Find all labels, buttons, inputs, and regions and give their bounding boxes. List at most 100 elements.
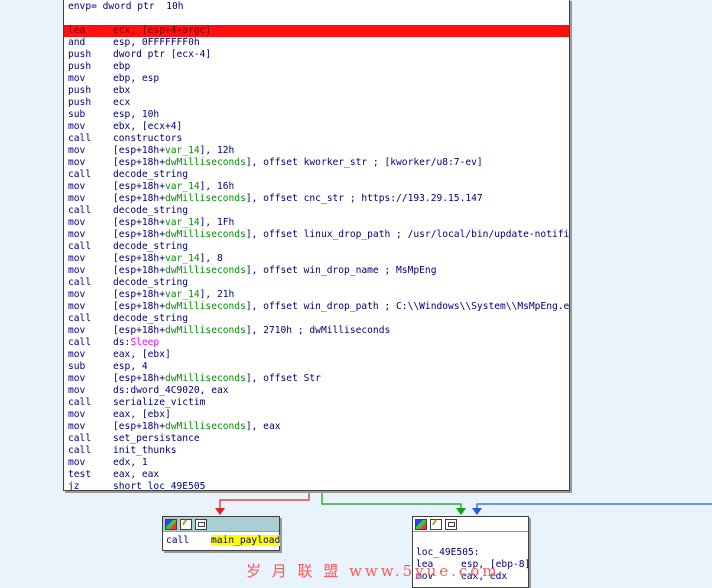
- asm-line[interactable]: push dword ptr [ecx-4]: [68, 49, 211, 61]
- asm-line[interactable]: call constructors: [68, 133, 182, 145]
- mnemonic: push: [68, 61, 92, 72]
- main-payload-link[interactable]: main_payload: [211, 535, 281, 546]
- asm-line[interactable]: mov edx, 1: [68, 457, 148, 469]
- asm-line[interactable]: mov [esp+18h+dwMilliseconds], offset cnc_…: [68, 193, 483, 205]
- operands: ebx, [ecx+4]: [113, 121, 183, 132]
- block-header: [163, 517, 279, 532]
- asm-line[interactable]: call init_thunks: [68, 445, 177, 457]
- mnemonic: mov: [68, 145, 86, 156]
- edit-icon[interactable]: [430, 519, 442, 530]
- mnemonic: mov: [68, 157, 86, 168]
- operands: esp, 0FFFFFFF0h: [113, 37, 200, 48]
- asm-line[interactable]: mov ebp, esp: [68, 73, 159, 85]
- asm-line[interactable]: mov eax, [ebx]: [68, 409, 171, 421]
- asm-line[interactable]: sub esp, 10h: [68, 109, 159, 121]
- asm-line[interactable]: lea ecx, [esp+4+argc]: [64, 25, 569, 37]
- asm-line[interactable]: mov [esp+18h+var_14], 12h: [68, 145, 234, 157]
- asm-line[interactable]: call decode_string: [68, 205, 188, 217]
- mnemonic: mov: [68, 385, 86, 396]
- operands: [esp+18h+dwMilliseconds], eax: [113, 421, 281, 432]
- edge-jump: [476, 503, 712, 512]
- operands: serialize_victim: [113, 397, 206, 408]
- main-code-block[interactable]: envp= dword ptr 10h lea ecx, [esp+4+argc]…: [63, 0, 570, 491]
- mnemonic: mov: [68, 421, 86, 432]
- asm-line[interactable]: mov ebx, [ecx+4]: [68, 121, 182, 133]
- asm-line[interactable]: mov [esp+18h+dwMilliseconds], offset linu…: [68, 229, 570, 241]
- mnemonic: call: [68, 337, 92, 348]
- asm-line[interactable]: jz short loc_49E505: [68, 481, 205, 491]
- mnemonic: mov: [68, 373, 86, 384]
- asm-line[interactable]: sub esp, 4: [68, 361, 148, 373]
- asm-line[interactable]: mov [esp+18h+var_14], 1Fh: [68, 217, 234, 229]
- mnemonic: call: [68, 205, 92, 216]
- mnemonic: mov: [68, 301, 86, 312]
- asm-line[interactable]: mov [esp+18h+dwMilliseconds], 2710h ; dwM…: [68, 325, 390, 337]
- mnemonic: call: [68, 397, 92, 408]
- mnemonic: mov: [68, 349, 86, 360]
- asm-line[interactable]: call decode_string: [68, 169, 188, 181]
- asm-line[interactable]: mov eax, [ebx]: [68, 349, 171, 361]
- operands: eax, [ebx]: [113, 349, 171, 360]
- mnemonic: mov: [68, 289, 86, 300]
- mnemonic: sub: [68, 361, 86, 372]
- operands: ecx, [esp+4+argc]: [113, 25, 212, 36]
- operands: dword ptr [ecx-4]: [113, 49, 212, 60]
- watermark: 岁 月 联 盟 www.5yue.com: [246, 562, 500, 580]
- asm-line[interactable]: push ecx: [68, 97, 130, 109]
- mnemonic: push: [68, 97, 92, 108]
- asm-line[interactable]: call set_persistance: [68, 433, 200, 445]
- operands: [esp+18h+var_14], 1Fh: [113, 217, 235, 228]
- group-icon[interactable]: [195, 519, 207, 530]
- operands: decode_string: [113, 205, 189, 216]
- operands: decode_string: [113, 313, 189, 324]
- asm-line[interactable]: push ebx: [68, 85, 130, 97]
- mnemonic: mov: [68, 217, 86, 228]
- operands: [esp+18h+var_14], 21h: [113, 289, 235, 300]
- mnemonic: mov: [68, 253, 86, 264]
- asm-line[interactable]: call decode_string: [68, 313, 188, 325]
- asm-line[interactable]: mov [esp+18h+var_14], 21h: [68, 289, 234, 301]
- operands: edx, 1: [113, 457, 148, 468]
- asm-line[interactable]: mov [esp+18h+var_14], 16h: [68, 181, 234, 193]
- mnemonic: mov: [68, 457, 86, 468]
- asm-line[interactable]: mov [esp+18h+dwMilliseconds], offset kwor…: [68, 157, 483, 169]
- edge-true: [321, 490, 462, 512]
- asm-line[interactable]: call decode_string: [68, 241, 188, 253]
- block-header: [413, 517, 528, 532]
- mnemonic: call: [68, 277, 92, 288]
- asm-line[interactable]: mov [esp+18h+dwMilliseconds], offset win_…: [68, 301, 569, 313]
- asm-line[interactable]: push ebp: [68, 61, 130, 73]
- operands: decode_string: [113, 241, 189, 252]
- asm-line[interactable]: mov [esp+18h+dwMilliseconds], offset Str: [68, 373, 321, 385]
- group-icon[interactable]: [445, 519, 457, 530]
- asm-line[interactable]: mov ds:dword_4C9020, eax: [68, 385, 229, 397]
- operands: esp, 10h: [113, 109, 160, 120]
- graph-color-icon[interactable]: [415, 519, 427, 530]
- operands: [esp+18h+dwMilliseconds], offset cnc_str…: [113, 193, 483, 204]
- asm-line[interactable]: mov [esp+18h+dwMilliseconds], eax: [68, 421, 281, 433]
- operands: ecx: [113, 97, 131, 108]
- payload-call-line: call main_payload: [166, 535, 281, 546]
- operands: esp, 4: [113, 361, 148, 372]
- operands: [esp+18h+dwMilliseconds], offset linux_d…: [113, 229, 570, 240]
- operands: decode_string: [113, 169, 189, 180]
- asm-line[interactable]: call serialize_victim: [68, 397, 205, 409]
- asm-line[interactable]: mov [esp+18h+dwMilliseconds], offset win_…: [68, 265, 436, 277]
- asm-line[interactable]: test eax, eax: [68, 469, 159, 481]
- operands: [esp+18h+dwMilliseconds], offset win_dro…: [113, 265, 437, 276]
- operands: [esp+18h+var_14], 16h: [113, 181, 235, 192]
- edit-icon[interactable]: [180, 519, 192, 530]
- asm-line[interactable]: mov [esp+18h+var_14], 8: [68, 253, 223, 265]
- mnemonic: mov: [68, 121, 86, 132]
- loc-label: loc_49E505:: [416, 547, 480, 558]
- operands: [esp+18h+dwMilliseconds], 2710h ; dwMill…: [113, 325, 391, 336]
- asm-line[interactable]: call decode_string: [68, 277, 188, 289]
- payload-block[interactable]: call main_payload: [162, 516, 281, 551]
- mnemonic: jz: [68, 481, 80, 491]
- asm-line[interactable]: and esp, 0FFFFFFF0h: [68, 37, 200, 49]
- graph-color-icon[interactable]: [165, 519, 177, 530]
- asm-line[interactable]: call ds:Sleep: [68, 337, 159, 349]
- operands: ebx: [113, 85, 131, 96]
- mnemonic: mov: [68, 73, 86, 84]
- mnemonic: mov: [68, 265, 86, 276]
